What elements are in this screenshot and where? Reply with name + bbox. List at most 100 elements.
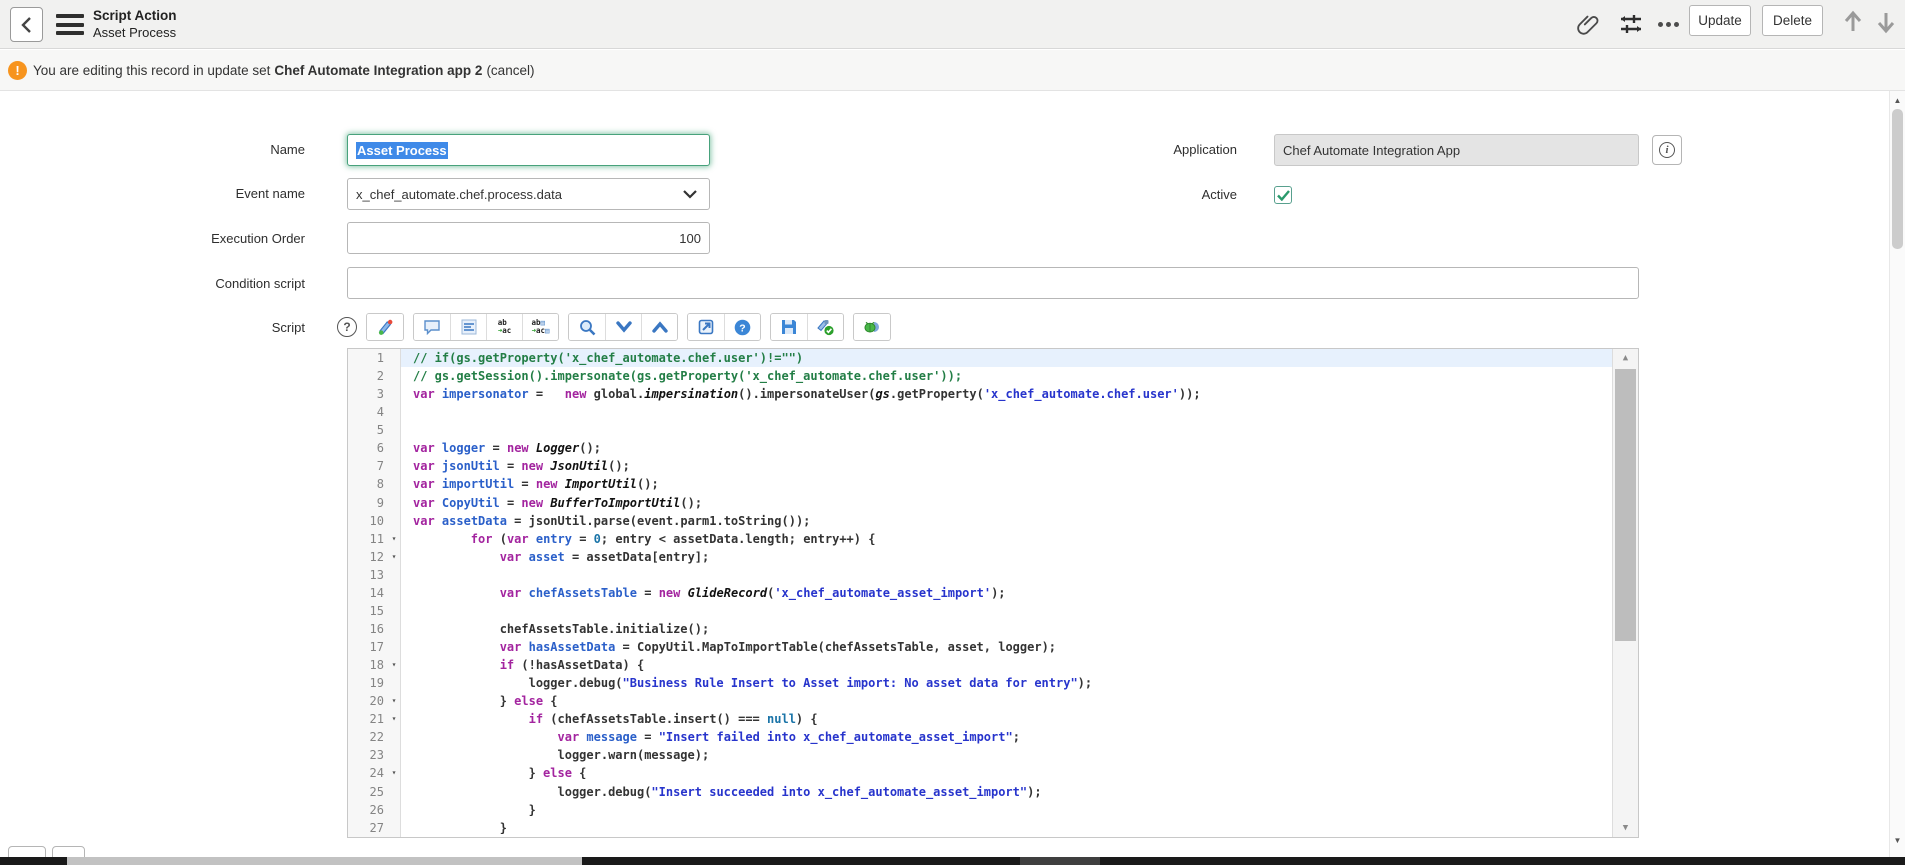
code-line[interactable]: 4 [348,403,1612,421]
line-gutter[interactable]: 20▾ [348,692,401,710]
line-gutter[interactable]: 8 [348,475,401,493]
code-text[interactable]: var message = "Insert failed into x_chef… [401,728,1612,746]
code-line[interactable]: 24▾ } else { [348,764,1612,782]
attachment-button[interactable] [1575,11,1601,37]
code-line[interactable]: 18▾ if (!hasAssetData) { [348,656,1612,674]
code-text[interactable]: var chefAssetsTable = new GlideRecord('x… [401,584,1612,602]
code-text[interactable]: // if(gs.getProperty('x_chef_automate.ch… [401,349,1612,367]
line-gutter[interactable]: 14 [348,584,401,602]
code-text[interactable]: logger.debug("Insert succeeded into x_ch… [401,783,1612,801]
fold-arrow-icon[interactable]: ▾ [388,710,400,728]
code-line[interactable]: 27 } [348,819,1612,837]
line-gutter[interactable]: 25 [348,783,401,801]
line-gutter[interactable]: 7 [348,457,401,475]
code-text[interactable]: } else { [401,692,1612,710]
code-text[interactable]: // gs.getSession().impersonate(gs.getPro… [401,367,1612,385]
code-line[interactable]: 25 logger.debug("Insert succeeded into x… [348,783,1612,801]
code-line[interactable]: 17 var hasAssetData = CopyUtil.MapToImpo… [348,638,1612,656]
code-line[interactable]: 2// gs.getSession().impersonate(gs.getPr… [348,367,1612,385]
line-gutter[interactable]: 13 [348,566,401,584]
code-line[interactable]: 9var CopyUtil = new BufferToImportUtil()… [348,494,1612,512]
name-input[interactable]: Asset Process [347,134,710,166]
syntax-macro-button[interactable] [367,314,403,340]
code-line[interactable]: 8var importUtil = new ImportUtil(); [348,475,1612,493]
code-line[interactable]: 10var assetData = jsonUtil.parse(event.p… [348,512,1612,530]
line-gutter[interactable]: 4 [348,403,401,421]
debug-button[interactable] [854,314,890,340]
context-menu-icon[interactable] [56,14,84,35]
code-text[interactable]: for (var entry = 0; entry < assetData.le… [401,530,1612,548]
line-gutter[interactable]: 21▾ [348,710,401,728]
code-text[interactable]: var importUtil = new ImportUtil(); [401,475,1612,493]
line-gutter[interactable]: 10 [348,512,401,530]
fold-arrow-icon[interactable]: ▾ [388,548,400,566]
replace-all-button[interactable]: ab▤➜ac▤ [522,314,558,340]
search-button[interactable] [569,314,605,340]
line-gutter[interactable]: 24▾ [348,764,401,782]
update-button[interactable]: Update [1689,5,1751,36]
code-text[interactable] [401,403,1612,421]
line-gutter[interactable]: 27 [348,819,401,837]
more-options-button[interactable] [1655,11,1681,37]
code-lines-area[interactable]: 1// if(gs.getProperty('x_chef_automate.c… [348,349,1612,837]
horizontal-scrollbar-thumb[interactable] [67,857,582,865]
code-line[interactable]: 3var impersonator = new global.impersina… [348,385,1612,403]
scroll-up-arrow-icon[interactable]: ▲ [1613,349,1638,367]
code-line[interactable]: 20▾ } else { [348,692,1612,710]
toggle-comment-button[interactable] [414,314,450,340]
code-line[interactable]: 21▾ if (chefAssetsTable.insert() === nul… [348,710,1612,728]
editor-vertical-scrollbar[interactable]: ▲ ▼ [1612,349,1638,837]
code-text[interactable]: var impersonator = new global.impersinat… [401,385,1612,403]
code-line[interactable]: 7var jsonUtil = new JsonUtil(); [348,457,1612,475]
code-line[interactable]: 11▾ for (var entry = 0; entry < assetDat… [348,530,1612,548]
open-window-button[interactable] [688,314,724,340]
code-line[interactable]: 23 logger.warn(message); [348,746,1612,764]
code-line[interactable]: 6var logger = new Logger(); [348,439,1612,457]
line-gutter[interactable]: 17 [348,638,401,656]
code-line[interactable]: 22 var message = "Insert failed into x_c… [348,728,1612,746]
save-button[interactable] [771,314,807,340]
code-text[interactable] [401,566,1612,584]
replace-button[interactable]: ab➜ac [486,314,522,340]
code-text[interactable] [401,421,1612,439]
fold-arrow-icon[interactable]: ▾ [388,692,400,710]
code-line[interactable]: 5 [348,421,1612,439]
code-line[interactable]: 14 var chefAssetsTable = new GlideRecord… [348,584,1612,602]
condition-script-input[interactable] [347,267,1639,299]
line-gutter[interactable]: 12▾ [348,548,401,566]
active-checkbox[interactable] [1274,186,1292,204]
code-text[interactable]: logger.debug("Business Rule Insert to As… [401,674,1612,692]
banner-cancel-link[interactable]: (cancel) [486,63,534,78]
line-gutter[interactable]: 19 [348,674,401,692]
code-text[interactable]: chefAssetsTable.initialize(); [401,620,1612,638]
script-help-button[interactable]: ? [724,314,760,340]
line-gutter[interactable]: 26 [348,801,401,819]
page-scroll-down-icon[interactable]: ▼ [1890,833,1905,847]
code-line[interactable]: 12▾ var asset = assetData[entry]; [348,548,1612,566]
code-text[interactable]: var asset = assetData[entry]; [401,548,1612,566]
code-text[interactable]: if (!hasAssetData) { [401,656,1612,674]
find-previous-button[interactable] [641,314,677,340]
fold-arrow-icon[interactable]: ▾ [388,530,400,548]
editor-help-icon[interactable]: ? [337,317,357,337]
code-line[interactable]: 1// if(gs.getProperty('x_chef_automate.c… [348,349,1612,367]
code-line[interactable]: 15 [348,602,1612,620]
find-next-button[interactable] [605,314,641,340]
editor-scrollbar-thumb[interactable] [1615,369,1636,641]
code-text[interactable]: logger.warn(message); [401,746,1612,764]
code-line[interactable]: 19 logger.debug("Business Rule Insert to… [348,674,1612,692]
execution-order-input[interactable]: 100 [347,222,710,254]
code-text[interactable]: } else { [401,764,1612,782]
code-line[interactable]: 16 chefAssetsTable.initialize(); [348,620,1612,638]
page-horizontal-scrollbar[interactable] [0,857,1905,865]
page-scroll-up-icon[interactable]: ▲ [1890,93,1905,107]
fold-arrow-icon[interactable]: ▾ [388,656,400,674]
code-line[interactable]: 26 } [348,801,1612,819]
previous-record-button[interactable] [1840,9,1866,35]
code-text[interactable]: var jsonUtil = new JsonUtil(); [401,457,1612,475]
line-gutter[interactable]: 23 [348,746,401,764]
line-gutter[interactable]: 1 [348,349,401,367]
code-line[interactable]: 13 [348,566,1612,584]
code-text[interactable]: } [401,801,1612,819]
code-text[interactable]: var hasAssetData = CopyUtil.MapToImportT… [401,638,1612,656]
